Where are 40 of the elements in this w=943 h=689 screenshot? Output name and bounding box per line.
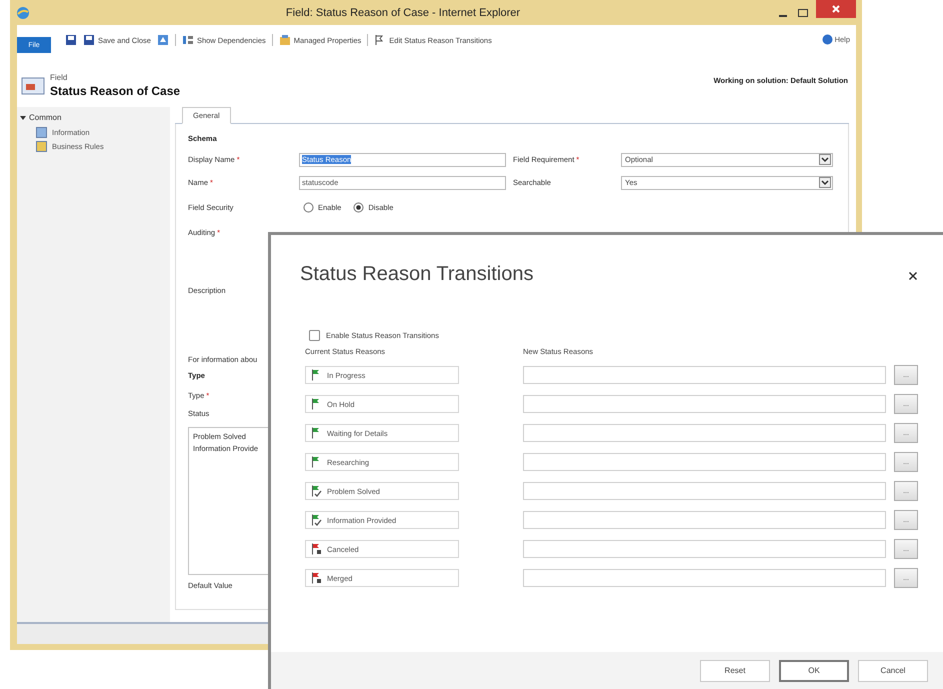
new-status-field[interactable] <box>523 395 886 413</box>
new-status-field[interactable] <box>523 569 886 587</box>
page-icon <box>36 127 47 138</box>
page-icon <box>36 141 47 152</box>
close-button[interactable] <box>816 0 856 18</box>
globe-icon <box>16 6 30 20</box>
toolbar-icon <box>278 34 291 46</box>
toolbar-icon <box>182 34 194 46</box>
dialog-button[interactable]: OK <box>779 660 849 682</box>
new-status-field[interactable] <box>523 540 886 558</box>
flag-icon <box>311 456 322 468</box>
sidebar-section[interactable]: Common <box>20 113 62 122</box>
new-status-field[interactable] <box>523 366 886 384</box>
chevron-icon <box>819 154 831 165</box>
toolbar-icon <box>83 34 95 46</box>
chevron-icon <box>819 177 831 188</box>
radio-icon <box>303 202 314 212</box>
flag-icon <box>311 514 322 526</box>
window-title: Field: Status Reason of Case - Internet Explorer <box>284 6 522 18</box>
flag-icon <box>311 369 322 381</box>
flag-icon <box>311 398 322 410</box>
new-status-field[interactable] <box>523 511 886 529</box>
dialog-button[interactable]: Reset <box>700 660 770 682</box>
close-icon <box>831 4 841 14</box>
flag-icon <box>311 543 322 555</box>
close-icon[interactable] <box>908 271 918 281</box>
flag-icon <box>311 485 322 497</box>
flag-icon <box>311 572 322 584</box>
field-icon <box>21 76 45 96</box>
entity-label: Field <box>50 73 68 82</box>
page-title: Status Reason of Case <box>50 84 180 98</box>
new-status-field[interactable] <box>523 424 886 442</box>
radio-icon <box>353 202 364 212</box>
new-status-field[interactable] <box>523 453 886 471</box>
flag-icon <box>311 427 322 439</box>
triangle-icon <box>20 114 26 120</box>
new-status-field[interactable] <box>523 482 886 500</box>
dialog-title: Status Reason Transitions <box>300 262 534 286</box>
help-icon <box>822 34 833 45</box>
dialog-button[interactable]: Cancel <box>858 660 928 682</box>
